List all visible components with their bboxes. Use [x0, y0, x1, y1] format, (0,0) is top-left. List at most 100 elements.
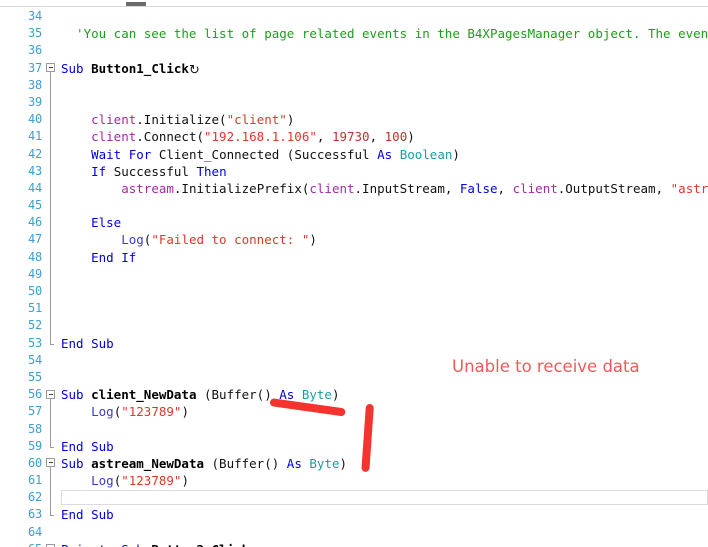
tab-marker[interactable] — [126, 2, 146, 6]
fold-column[interactable] — [46, 60, 60, 77]
code-line[interactable]: 39 — [0, 93, 708, 112]
code-line[interactable]: 35 'You can see the list of page related… — [0, 25, 708, 42]
line-number: 55 — [27, 369, 42, 384]
line-number: 57 — [27, 404, 42, 419]
code-line[interactable]: 58 — [0, 420, 708, 438]
fold-column[interactable] — [46, 541, 60, 547]
line-number: 51 — [27, 301, 42, 316]
fold-guide — [50, 214, 51, 232]
code-line[interactable]: 34 — [0, 8, 708, 25]
line-number: 47 — [27, 232, 42, 247]
fold-column[interactable] — [46, 455, 60, 473]
fold-guide — [50, 248, 51, 266]
line-content: Sub client_NewData (Buffer() As Byte) — [61, 387, 340, 403]
fold-column — [46, 489, 60, 507]
code-line[interactable]: 49 — [0, 265, 708, 283]
line-number: 60 — [27, 455, 42, 470]
line-number: 53 — [27, 335, 42, 350]
fold-guide — [50, 179, 51, 198]
fold-guide — [50, 231, 51, 249]
line-number: 37 — [27, 60, 42, 75]
line-content: End Sub — [61, 335, 114, 351]
fold-column — [46, 300, 60, 318]
code-line[interactable]: 64 — [0, 524, 708, 541]
code-line[interactable]: 40 client.Initialize("client") — [0, 111, 708, 129]
line-number: 39 — [27, 94, 42, 109]
code-line[interactable]: 36 — [0, 42, 708, 59]
code-line[interactable]: 38 — [0, 76, 708, 94]
code-line[interactable]: 43 If Successful Then — [0, 162, 708, 180]
fold-guide-end — [50, 437, 54, 448]
line-number: 35 — [27, 26, 42, 41]
fold-column[interactable] — [46, 386, 60, 404]
fold-guide — [50, 162, 51, 180]
fold-column — [46, 111, 60, 129]
fold-column — [46, 145, 60, 163]
code-line[interactable]: 61 Log("123789") — [0, 472, 708, 490]
line-content: Sub astream_NewData (Buffer() As Byte) — [61, 455, 348, 471]
line-content: Private Sub Button2_Click — [61, 541, 708, 547]
code-line[interactable]: 60 Sub astream_NewData (Buffer() As Byte… — [0, 455, 708, 473]
line-content: client.Initialize("client") — [91, 112, 295, 128]
fold-column — [46, 437, 60, 455]
line-content: End Sub — [61, 438, 114, 454]
fold-guide — [50, 317, 51, 335]
fold-column — [46, 283, 60, 301]
code-line[interactable]: 56 Sub client_NewData (Buffer() As Byte) — [0, 386, 708, 404]
code-line[interactable]: 47 Log("Failed to connect: ") — [0, 231, 708, 249]
code-line[interactable]: 53 End Sub — [0, 334, 708, 352]
code-line[interactable]: 46 Else — [0, 214, 708, 232]
fold-column — [46, 317, 60, 335]
code-line[interactable]: 51 — [0, 300, 708, 318]
line-number: 45 — [27, 198, 42, 213]
line-content: Log("123789") — [91, 473, 189, 489]
fold-guide — [50, 265, 51, 283]
line-content: Else — [91, 215, 122, 231]
code-line[interactable]: 42 Wait For Client_Connected (Successful… — [0, 145, 708, 163]
line-number: 44 — [27, 180, 42, 195]
fold-guide — [50, 111, 51, 129]
code-line[interactable]: 50 — [0, 283, 708, 301]
code-line[interactable]: 41 client.Connect("192.168.1.106", 19730… — [0, 128, 708, 146]
line-number: 50 — [27, 284, 42, 298]
fold-guide — [50, 300, 51, 318]
line-content: Wait For Client_Connected (Successful As… — [91, 146, 460, 162]
line-number: 54 — [27, 352, 42, 367]
line-content: Log("123789") — [91, 404, 189, 420]
line-content: astream.InitializePrefix(client.InputStr… — [121, 180, 708, 196]
code-line[interactable]: 48 End If — [0, 248, 708, 266]
line-number: 36 — [27, 43, 42, 58]
fold-column — [46, 369, 60, 386]
fold-column — [46, 352, 60, 369]
code-line[interactable]: 59 End Sub — [0, 437, 708, 455]
line-number: 34 — [27, 9, 42, 23]
code-line[interactable]: 44 astream.InitializePrefix(client.Input… — [0, 179, 708, 198]
line-number: 46 — [27, 215, 42, 230]
fold-column — [46, 403, 60, 421]
code-line-current[interactable]: 62 — [0, 489, 708, 507]
fold-guide — [50, 145, 51, 163]
fold-column — [46, 8, 60, 25]
fold-guide — [50, 128, 51, 146]
code-line[interactable]: 37 Sub Button1_Click↻ — [0, 60, 708, 78]
code-line[interactable]: 52 — [0, 317, 708, 335]
fold-column — [46, 265, 60, 283]
code-line[interactable]: 45 — [0, 197, 708, 215]
line-content: Log("Failed to connect: ") — [121, 232, 317, 248]
fold-column — [46, 76, 60, 94]
code-line[interactable]: 63 End Sub — [0, 506, 708, 523]
code-line[interactable]: 57 Log("123789") — [0, 403, 708, 421]
fold-column — [46, 524, 60, 541]
line-number: 41 — [27, 129, 42, 144]
fold-column — [46, 128, 60, 146]
fold-guide — [50, 197, 51, 215]
fold-column — [46, 472, 60, 490]
fold-column — [46, 25, 60, 42]
line-number: 40 — [27, 112, 42, 127]
line-number: 49 — [27, 266, 42, 281]
fold-guide — [50, 76, 51, 94]
fold-column — [46, 248, 60, 266]
code-line[interactable]: 65 Private Sub Button2_Click — [0, 541, 708, 547]
code-editor[interactable]: 34 35 'You can see the list of page rela… — [0, 8, 708, 547]
line-content: End If — [91, 249, 137, 265]
